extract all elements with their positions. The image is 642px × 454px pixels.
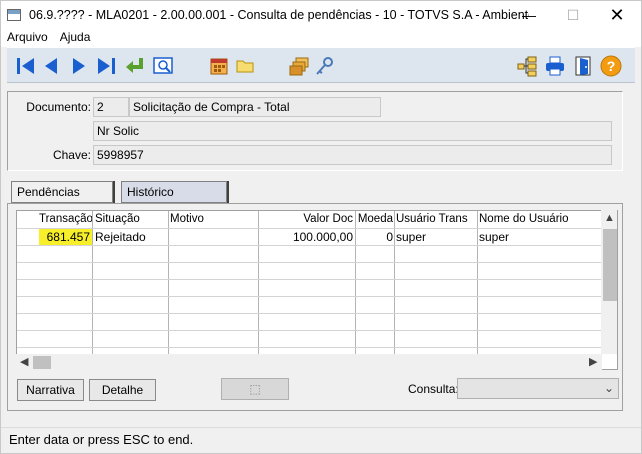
horizontal-scrollbar[interactable] [16,354,602,370]
minimize-button[interactable]: — [507,1,551,29]
last-icon[interactable] [95,54,119,78]
consulta-label: Consulta: [408,382,459,396]
documento-code-field[interactable]: 2 [93,97,129,117]
chave-label: Chave: [52,148,91,162]
chevron-down-icon: ⌄ [603,381,614,395]
column-header-valor-doc[interactable]: Valor Doc [259,211,353,228]
title-bar: 06.9.???? - MLA0201 - 2.00.00.001 - Cons… [1,1,641,29]
exit-door-icon[interactable] [571,54,595,78]
calendar-icon[interactable] [207,54,231,78]
column-header-situacao[interactable]: Situação [95,211,140,228]
column-header-usuario-trans[interactable]: Usuário Trans [396,211,468,228]
row-divider [17,279,605,280]
consulta-select[interactable]: ⌄ [457,378,619,399]
column-divider [394,211,395,355]
cell-situacao: Rejeitado [95,230,146,244]
scroll-right-icon[interactable]: ▶ [589,355,597,368]
menu-ajuda[interactable]: Ajuda [54,29,97,47]
narrativa-button[interactable]: Narrativa [17,379,84,401]
tab-historico[interactable]: Histórico [121,181,227,203]
menu-bar: Arquivo Ajuda [1,29,641,47]
column-divider [168,211,169,355]
scroll-left-icon[interactable]: ◀ [20,355,28,368]
cell-nome-usuario: super [479,230,510,244]
window-title: 06.9.???? - MLA0201 - 2.00.00.001 - Cons… [29,8,529,22]
toolbar: ? [7,47,635,83]
printer-icon[interactable] [543,54,567,78]
close-button[interactable]: ✕ [595,1,639,29]
documento-description-field: Solicitação de Compra - Total [129,97,381,117]
previous-icon[interactable] [39,54,63,78]
menu-arquivo[interactable]: Arquivo [1,29,54,47]
app-icon [7,9,21,21]
tab-pendencias[interactable]: Pendências [11,181,113,203]
row-divider [17,262,605,263]
documento-label: Documento: [26,100,91,114]
cell-valor-doc: 100.000,00 [292,230,353,244]
column-header-moeda[interactable]: Moeda [357,211,393,228]
search-icon[interactable] [151,54,175,78]
row-divider [17,330,605,331]
scroll-up-icon[interactable]: ▲ [604,212,615,224]
tree-icon[interactable] [515,54,539,78]
maximize-button[interactable]: ☐ [551,1,595,29]
folder-icon[interactable] [233,54,257,78]
return-icon[interactable] [123,54,147,78]
vertical-scroll-thumb[interactable] [603,229,617,301]
row-divider [17,245,605,246]
cell-usuario-trans: super [396,230,427,244]
first-icon[interactable] [13,54,37,78]
horizontal-scroll-thumb[interactable] [33,356,51,369]
nr-solic-field: Nr Solic [93,121,612,141]
cell-moeda: 0 [386,230,393,244]
column-divider [477,211,478,355]
cell-transacao: 681.457 [39,229,92,245]
next-icon[interactable] [67,54,91,78]
row-divider [17,347,605,348]
column-header-motivo[interactable]: Motivo [170,211,204,228]
application-window: 06.9.???? - MLA0201 - 2.00.00.001 - Cons… [0,0,642,454]
column-divider [355,211,356,355]
column-header-transacao[interactable]: Transação [39,211,93,228]
key-icon[interactable] [313,54,337,78]
help-icon[interactable]: ? [599,54,623,78]
disabled-action-button[interactable]: ⬚ [221,378,289,400]
status-bar: Enter data or press ESC to end. [1,427,641,453]
column-divider [92,211,93,355]
folders-icon[interactable] [287,54,311,78]
help-icon-glyph: ? [607,58,616,74]
column-header-nome-usuario[interactable]: Nome do Usuário [479,211,568,228]
row-divider [17,313,605,314]
row-divider [17,296,605,297]
detalhe-button[interactable]: Detalhe [89,379,156,401]
pendencias-grid[interactable]: Transação Situação Motivo Valor Doc Moed… [16,210,618,370]
chave-field[interactable]: 5998957 [93,145,612,165]
